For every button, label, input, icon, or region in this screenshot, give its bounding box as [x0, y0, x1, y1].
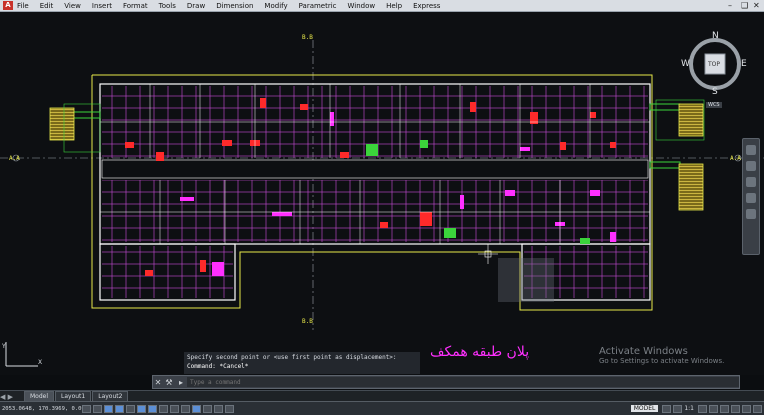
hardware-acceleration-icon[interactable] [731, 404, 740, 413]
drawing-canvas[interactable]: B.B B.B A.A A.A N S E W TOP WCS Y X [0, 12, 764, 375]
menu-draw[interactable]: Draw [187, 2, 205, 10]
menu-help[interactable]: Help [386, 2, 402, 10]
menu-tools[interactable]: Tools [159, 2, 176, 10]
command-history-line: Specify second point or <use first point… [187, 354, 397, 361]
menu-parametric[interactable]: Parametric [299, 2, 337, 10]
watermark-title: Activate Windows [599, 346, 688, 357]
menu-view[interactable]: View [64, 2, 81, 10]
command-input[interactable] [187, 377, 739, 387]
grid-label-right: A.A [730, 155, 741, 162]
transparency-icon[interactable] [203, 404, 212, 413]
lineweight-icon[interactable] [192, 404, 201, 413]
command-line: ✕ ⚒ ▸ [152, 375, 740, 389]
grid-display-icon[interactable] [104, 404, 113, 413]
compass-west[interactable]: W [681, 59, 690, 69]
menu-bar: A File Edit View Insert Format Tools Dra… [0, 0, 764, 12]
object-snap-tracking-icon[interactable] [159, 404, 168, 413]
restore-icon[interactable]: ❑ [741, 0, 748, 11]
menu-express[interactable]: Express [413, 2, 440, 10]
menu-format[interactable]: Format [123, 2, 148, 10]
object-snap-icon[interactable] [137, 404, 146, 413]
3d-object-snap-icon[interactable] [148, 404, 157, 413]
menu-modify[interactable]: Modify [264, 2, 287, 10]
tab-layout1[interactable]: Layout1 [55, 391, 92, 401]
quick-view-drawings-icon[interactable] [673, 404, 683, 413]
customization-icon[interactable] [753, 404, 762, 413]
zoom-icon[interactable] [746, 177, 756, 187]
pan-icon[interactable] [746, 161, 756, 171]
menu-edit[interactable]: Edit [40, 2, 54, 10]
compass-east[interactable]: E [741, 59, 747, 69]
command-history-line: Command: *Cancel* [187, 363, 249, 370]
coordinate-readout[interactable]: 2053.0648, 170.3969, 0.0000 [0, 406, 91, 412]
viewcube-top-face[interactable]: TOP [708, 61, 720, 68]
menu-dimension[interactable]: Dimension [216, 2, 253, 10]
dynamic-input-icon[interactable] [181, 404, 190, 413]
command-prompt-icon[interactable]: ▸ [175, 378, 187, 387]
status-bar: 2053.0648, 170.3969, 0.0000 MODEL 1:1 [0, 401, 764, 415]
grid-label-top: B.B [302, 34, 313, 41]
polar-tracking-icon[interactable] [126, 404, 135, 413]
command-history: Specify second point or <use first point… [184, 352, 420, 374]
menu-window[interactable]: Window [348, 2, 376, 10]
lock-icon[interactable] [720, 404, 729, 413]
tab-scroll-arrows-icon[interactable]: ◀ ▶ [0, 393, 24, 401]
grid-label-left: A.A [9, 155, 20, 162]
drawing-title: پلان طبقه همکف [430, 344, 530, 360]
steering-wheel-icon[interactable] [746, 145, 756, 155]
wrench-icon[interactable]: ⚒ [163, 378, 175, 387]
compass-north[interactable]: N [712, 31, 719, 41]
minimize-icon[interactable]: – [728, 0, 732, 11]
viewcube[interactable]: N S E W TOP [681, 31, 747, 97]
isolate-objects-icon[interactable] [742, 404, 751, 413]
menu-insert[interactable]: Insert [92, 2, 112, 10]
svg-text:X: X [38, 359, 42, 366]
annotation-visibility-icon[interactable] [698, 404, 707, 413]
dynamic-ucs-icon[interactable] [170, 404, 179, 413]
ortho-mode-icon[interactable] [115, 404, 124, 413]
showmotion-icon[interactable] [746, 209, 756, 219]
snap-mode-icon[interactable] [93, 404, 102, 413]
tab-model[interactable]: Model [24, 391, 55, 401]
tab-layout2[interactable]: Layout2 [92, 391, 129, 401]
autocad-logo-icon[interactable]: A [3, 1, 13, 10]
compass-south[interactable]: S [712, 87, 718, 97]
navigation-bar [742, 138, 760, 255]
wcs-menu[interactable]: WCS [706, 102, 722, 108]
svg-text:Y: Y [1, 343, 6, 350]
quick-properties-icon[interactable] [214, 404, 223, 413]
watermark-subtitle: Go to Settings to activate Windows. [599, 357, 725, 365]
floor-plan-drawing [0, 40, 764, 330]
orbit-icon[interactable] [746, 193, 756, 203]
model-space-toggle[interactable]: MODEL [630, 405, 659, 412]
close-command-line-icon[interactable]: ✕ [153, 378, 163, 387]
infer-constraints-icon[interactable] [82, 404, 91, 413]
quick-view-layouts-icon[interactable] [662, 404, 672, 413]
grid-label-bottom: B.B [302, 318, 313, 325]
workspace-switching-icon[interactable] [709, 404, 718, 413]
selection-cycling-icon[interactable] [225, 404, 234, 413]
annotation-scale[interactable]: 1:1 [684, 405, 694, 412]
layout-tabs: ◀ ▶ Model Layout1 Layout2 [0, 390, 764, 401]
menu-file[interactable]: File [17, 2, 29, 10]
close-icon[interactable]: ✕ [753, 0, 760, 11]
activate-windows-watermark: Activate Windows Go to Settings to activ… [599, 346, 724, 365]
ucs-icon: Y X [1, 342, 42, 367]
